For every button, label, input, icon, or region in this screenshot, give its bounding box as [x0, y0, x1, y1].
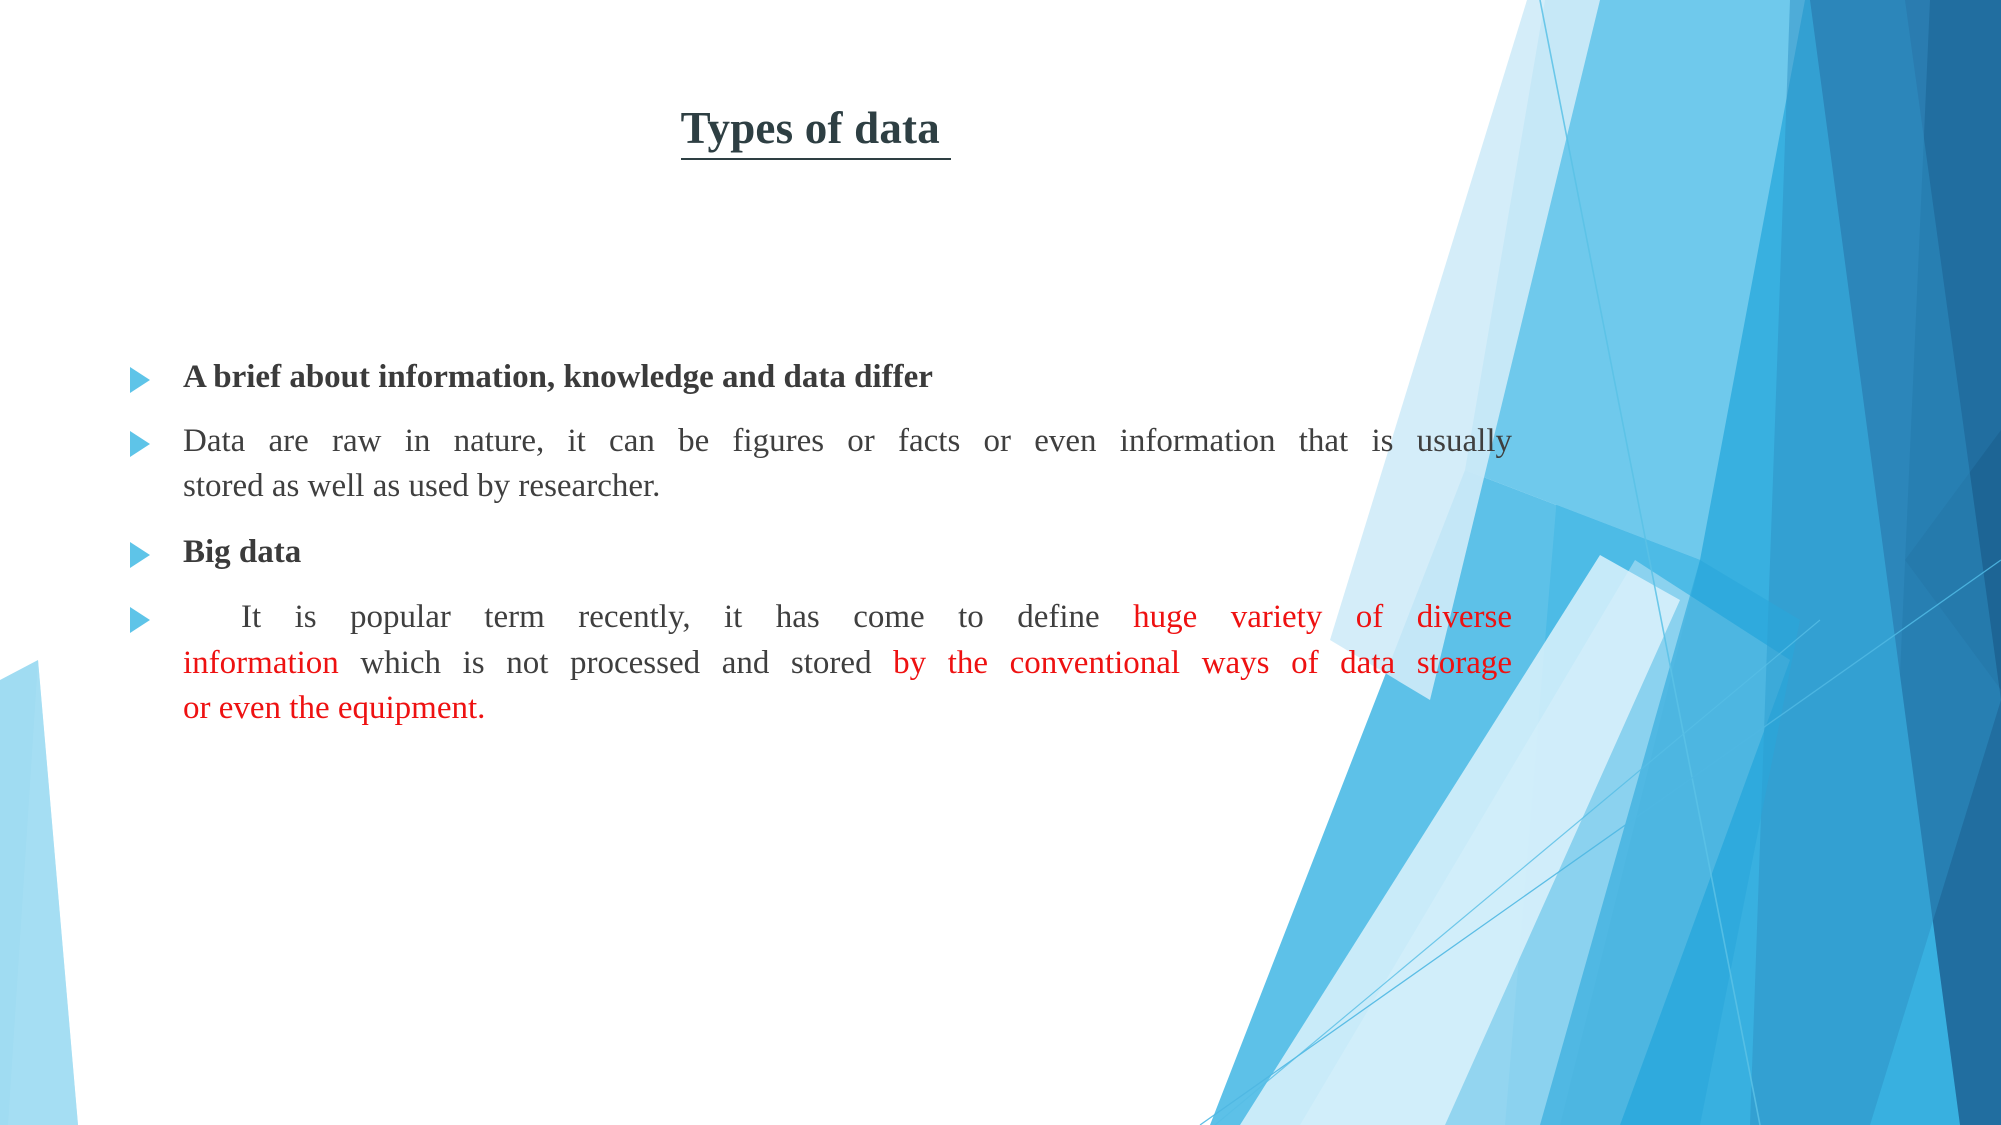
presentation-slide: Types of data A brief about information,… [0, 0, 2001, 1125]
bullet-line-text-plain: It is popular term recently, it has come… [241, 599, 1100, 636]
bg-shape-mid-blue [1505, 0, 1960, 1125]
bullet-line-text-plain: which is not processed and stored [360, 644, 872, 681]
triangle-right-icon [130, 367, 150, 393]
bg-shape-overlay-band [1750, 0, 2001, 1125]
bg-shape-light-blue-upper [1465, 0, 1805, 560]
slide-title: Types of data [680, 103, 952, 161]
triangle-right-icon [130, 607, 150, 634]
bullet-text-data-definition: Data are raw in nature, it can be figure… [183, 419, 1512, 510]
bullet-line: stored as well as used by researcher. [183, 464, 1512, 510]
bullet-item-big-data-definition: It is popular term recently, it has come… [128, 595, 1512, 732]
bullet-line-text: Data are raw in nature, it can be figure… [183, 422, 1512, 459]
bg-shape-left-wedge-pale [8, 660, 78, 1125]
bullet-text-brief: A brief about information, knowledge and… [183, 359, 933, 395]
bg-hairline-diagonal-upper [1539, 0, 1761, 1125]
bullet-item-brief: A brief about information, knowledge and… [128, 355, 1512, 401]
bullet-line: or even the equipment. [183, 686, 1512, 732]
bg-shape-cross-triangle [1905, 430, 2001, 690]
triangle-right-icon [130, 541, 150, 568]
bg-shape-left-wedge [0, 660, 78, 1125]
bullet-line-text-highlight: huge variety of diverse [1133, 599, 1513, 636]
bullet-text-big-data: Big data [183, 533, 302, 570]
triangle-right-icon [130, 430, 150, 457]
bullet-line: It is popular term recently, it has come… [183, 595, 1512, 641]
bg-shape-dark-right-2 [1880, 0, 2001, 1125]
bullet-line: information which is not processed and s… [183, 641, 1512, 687]
content-body: A brief about information, knowledge and… [128, 355, 1512, 732]
bullet-line-text-highlight: information [183, 644, 339, 681]
bullet-item-data-definition: Data are raw in nature, it can be figure… [128, 419, 1512, 510]
bg-shape-dark-right [1730, 0, 2001, 1125]
bullet-item-big-data: Big data [128, 530, 1512, 576]
bullet-line-text: stored as well as used by researcher. [183, 468, 661, 505]
bullet-text-big-data-definition: It is popular term recently, it has come… [183, 595, 1512, 732]
title-container: Types of data [0, 103, 1632, 161]
bg-shape-narrow-band [1540, 560, 1800, 1125]
bullet-line: Data are raw in nature, it can be figure… [183, 419, 1512, 465]
bullet-line-text-highlight: or even the equipment. [183, 690, 486, 727]
bullet-line-text-highlight: by the conventional ways of data storage [893, 644, 1513, 681]
